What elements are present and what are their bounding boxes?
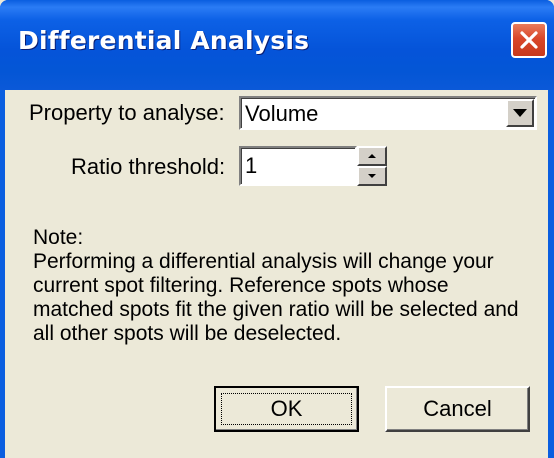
chevron-down-icon	[513, 109, 527, 117]
note-section: Note: Performing a differential analysis…	[33, 226, 533, 346]
ok-button-label: OK	[270, 396, 303, 421]
window-border-right	[548, 90, 554, 458]
cancel-button[interactable]: Cancel	[385, 386, 530, 432]
ok-button[interactable]: OK	[214, 386, 359, 432]
title-bar[interactable]: Differential Analysis	[0, 0, 554, 90]
note-text: Performing a differential analysis will …	[33, 250, 519, 345]
ratio-label: Ratio threshold:	[71, 154, 226, 179]
cancel-button-label: Cancel	[423, 396, 492, 421]
dropdown-arrow-button[interactable]	[506, 99, 534, 127]
dialog-body: Property to analyse: Volume Ratio thresh…	[5, 90, 548, 458]
ratio-decrement-button[interactable]	[357, 166, 387, 186]
property-dropdown-value: Volume	[245, 101, 319, 126]
property-label: Property to analyse:	[29, 100, 225, 125]
ratio-input-value: 1	[245, 153, 258, 178]
arrow-down-icon	[368, 174, 376, 178]
property-dropdown[interactable]: Volume	[239, 96, 537, 130]
window-title: Differential Analysis	[18, 26, 310, 55]
close-icon	[520, 31, 538, 49]
note-heading: Note:	[33, 226, 84, 249]
dialog-window: Differential Analysis Property to analys…	[0, 0, 554, 458]
close-button[interactable]	[511, 22, 547, 58]
ratio-input[interactable]: 1	[239, 146, 357, 186]
arrow-up-icon	[368, 154, 376, 158]
ratio-increment-button[interactable]	[357, 146, 387, 166]
